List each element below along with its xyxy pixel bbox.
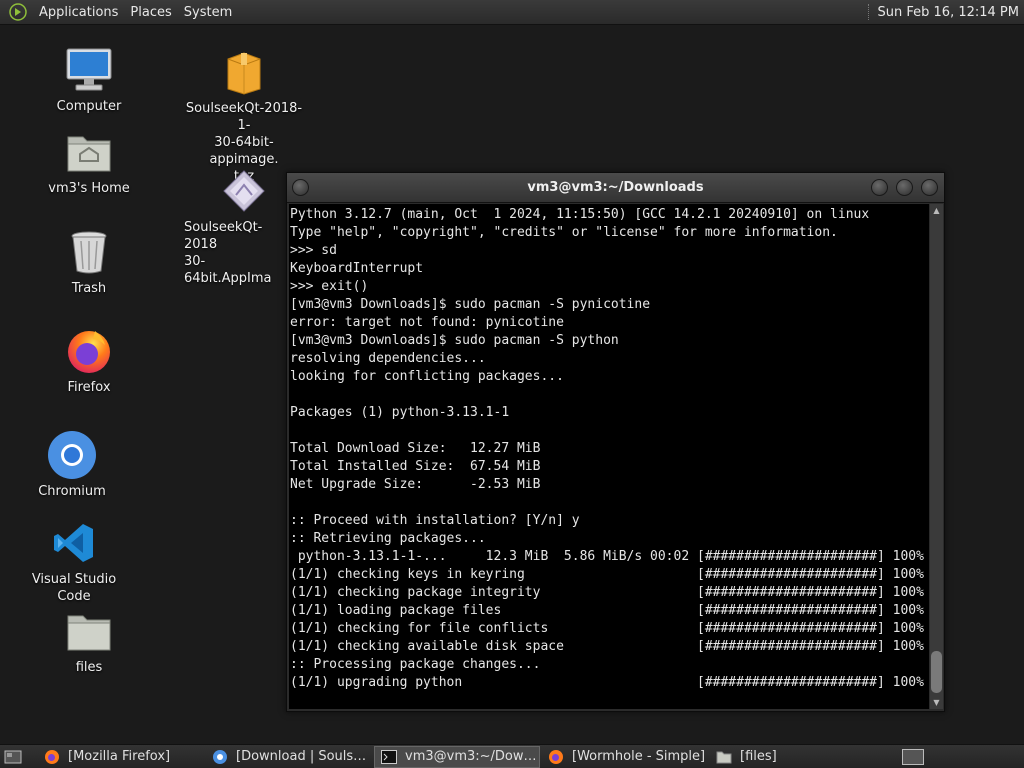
terminal-line: [vm3@vm3 Downloads]$ sudo pacman -S pyth… — [290, 333, 619, 348]
firefox-icon — [548, 749, 564, 765]
desktop-icon-firefox[interactable]: Firefox — [49, 325, 129, 396]
terminal-output[interactable]: Python 3.12.7 (main, Oct 1 2024, 11:15:5… — [289, 204, 929, 709]
chromium-icon — [212, 749, 228, 765]
desktop-icon-label: files — [75, 660, 103, 675]
terminal-titlebar[interactable]: vm3@vm3:~/Downloads — [287, 173, 944, 203]
task-label: [Download | Soulseek] — [236, 749, 372, 764]
menu-system[interactable]: System — [178, 5, 238, 20]
task-chromium[interactable]: [Download | Soulseek] — [206, 746, 372, 768]
terminal-line: Total Installed Size: 67.54 MiB — [290, 459, 541, 474]
close-button[interactable] — [921, 179, 938, 196]
task-terminal[interactable]: vm3@vm3:~/Downloads — [374, 745, 540, 768]
menu-places[interactable]: Places — [124, 5, 177, 20]
desktop-icon-computer[interactable]: Computer — [49, 44, 129, 115]
chromium-icon — [46, 429, 98, 481]
desktop-icon-soulseek-appimage[interactable]: SoulseekQt-2018 30-64bit.AppIma — [182, 165, 292, 287]
vscode-icon — [48, 517, 100, 569]
computer-icon — [63, 44, 115, 96]
terminal-line: (1/1) upgrading python [################… — [290, 675, 924, 690]
task-label: [Wormhole - Simple] — [572, 749, 706, 764]
desktop-icon-label: Computer — [56, 99, 122, 114]
desktop-icon-label: Visual Studio Code — [31, 572, 117, 604]
terminal-line: (1/1) checking for file conflicts [#####… — [290, 621, 924, 636]
terminal-line: >>> exit() — [290, 279, 369, 294]
menu-applications[interactable]: Applications — [33, 5, 124, 20]
clock[interactable]: Sun Feb 16, 12:14 PM — [878, 5, 1019, 20]
terminal-line: resolving dependencies... — [290, 351, 486, 366]
terminal-line: (1/1) checking keys in keyring [########… — [290, 567, 924, 582]
terminal-line: :: Processing package changes... — [290, 657, 541, 672]
terminal-line: >>> sd — [290, 243, 337, 258]
workspace-switcher[interactable] — [902, 749, 924, 765]
distro-logo-icon[interactable] — [8, 2, 28, 22]
terminal-line: Total Download Size: 12.27 MiB — [290, 441, 541, 456]
terminal-line: Net Upgrade Size: -2.53 MiB — [290, 477, 541, 492]
folder-icon — [716, 749, 732, 765]
show-desktop-button[interactable] — [2, 747, 24, 767]
appimage-icon — [218, 165, 270, 217]
scroll-down-icon[interactable]: ▼ — [930, 696, 943, 709]
minimize-button[interactable] — [871, 179, 888, 196]
desktop-icon-label: SoulseekQt-2018 30-64bit.AppIma — [184, 220, 272, 286]
folder-icon — [63, 605, 115, 657]
task-label: vm3@vm3:~/Downloads — [405, 749, 539, 764]
firefox-icon — [44, 749, 60, 765]
scroll-up-icon[interactable]: ▲ — [930, 204, 943, 217]
terminal-line: python-3.13.1-1-... 12.3 MiB 5.86 MiB/s … — [290, 549, 924, 564]
trash-icon — [63, 226, 115, 278]
maximize-button[interactable] — [896, 179, 913, 196]
terminal-line: [vm3@vm3 Downloads]$ sudo pacman -S pyni… — [290, 297, 651, 312]
task-wormhole[interactable]: [Wormhole - Simple] — [542, 746, 708, 768]
task-label: [Mozilla Firefox] — [68, 749, 171, 764]
home-folder-icon — [63, 126, 115, 178]
panel-separator — [867, 4, 870, 20]
archive-icon — [218, 46, 270, 98]
top-panel: Applications Places System Sun Feb 16, 1… — [0, 0, 1024, 25]
task-firefox[interactable]: [Mozilla Firefox] — [38, 746, 204, 768]
taskbar: [Mozilla Firefox] [Download | Soulseek] … — [0, 744, 1024, 768]
terminal-line: KeyboardInterrupt — [290, 261, 424, 276]
terminal-line: looking for conflicting packages... — [290, 369, 564, 384]
task-label: [files] — [740, 749, 777, 764]
desktop-icon-label: Chromium — [38, 484, 106, 499]
terminal-scrollbar[interactable]: ▲ ▼ — [930, 204, 943, 709]
desktop-icon-label: Trash — [71, 281, 107, 296]
terminal-line: (1/1) checking available disk space [###… — [290, 639, 924, 654]
desktop-icon-home[interactable]: vm3's Home — [44, 126, 134, 197]
firefox-icon — [63, 325, 115, 377]
terminal-line: :: Proceed with installation? [Y/n] y — [290, 513, 580, 528]
task-files[interactable]: [files] — [710, 746, 860, 768]
window-title: vm3@vm3:~/Downloads — [527, 180, 704, 195]
desktop-icon-label: Firefox — [67, 380, 111, 395]
desktop-icon-chromium[interactable]: Chromium — [32, 429, 112, 500]
terminal-line: error: target not found: pynicotine — [290, 315, 564, 330]
desktop-icon-trash[interactable]: Trash — [49, 226, 129, 297]
terminal-line: Type "help", "copyright", "credits" or "… — [290, 225, 838, 240]
terminal-line: (1/1) checking package integrity [######… — [290, 585, 924, 600]
desktop-icon-files[interactable]: files — [49, 605, 129, 676]
terminal-icon — [381, 749, 397, 765]
scrollbar-thumb[interactable] — [931, 651, 942, 693]
desktop-icon-vscode[interactable]: Visual Studio Code — [14, 517, 134, 605]
terminal-window[interactable]: vm3@vm3:~/Downloads Python 3.12.7 (main,… — [286, 172, 945, 712]
terminal-line: :: Retrieving packages... — [290, 531, 486, 546]
desktop-icon-label: vm3's Home — [48, 181, 130, 196]
window-menu-button[interactable] — [292, 179, 309, 196]
terminal-line: Python 3.12.7 (main, Oct 1 2024, 11:15:5… — [290, 207, 870, 222]
terminal-line: (1/1) loading package files [###########… — [290, 603, 924, 618]
terminal-line: Packages (1) python-3.13.1-1 — [290, 405, 510, 420]
